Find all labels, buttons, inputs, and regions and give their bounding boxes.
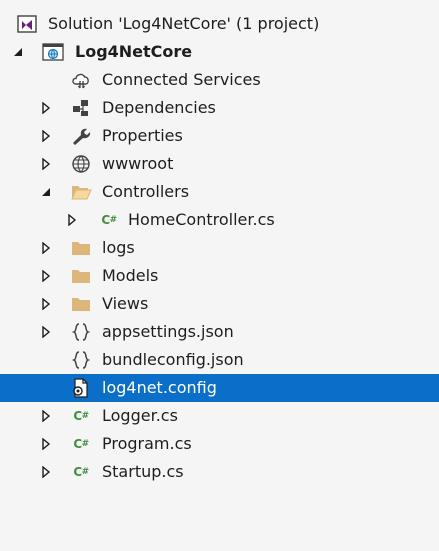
- tree-item-label: wwwroot: [102, 154, 174, 173]
- collapsed-arrow-icon[interactable]: [38, 290, 54, 318]
- folder-icon: [70, 266, 92, 286]
- tree-item-label: Properties: [102, 126, 183, 145]
- csharp-file-icon: C #: [101, 213, 117, 227]
- csharp-file-icon: C #: [73, 409, 89, 423]
- tree-item-label: Logger.cs: [102, 406, 178, 425]
- csharp-file-icon: C #: [73, 437, 89, 451]
- tree-item-label: Startup.cs: [102, 462, 184, 481]
- folder-icon: [70, 294, 92, 314]
- folder-open-icon: [70, 182, 92, 202]
- tree-item-label: Connected Services: [102, 70, 261, 89]
- tree-item-label: appsettings.json: [102, 322, 234, 341]
- collapsed-arrow-icon[interactable]: [38, 122, 54, 150]
- cloud-services-icon: [70, 70, 92, 90]
- tree-item-homecontroller[interactable]: C # HomeController.cs: [0, 206, 439, 234]
- tree-item-label: HomeController.cs: [128, 210, 275, 229]
- collapsed-arrow-icon[interactable]: [38, 402, 54, 430]
- tree-item-models[interactable]: Models: [0, 262, 439, 290]
- tree-item-startup[interactable]: C # Startup.cs: [0, 458, 439, 486]
- expanded-arrow-icon[interactable]: [38, 178, 54, 206]
- collapsed-arrow-icon[interactable]: [38, 234, 54, 262]
- collapsed-arrow-icon[interactable]: [38, 430, 54, 458]
- web-project-icon: [42, 42, 64, 62]
- tree-item-label: Dependencies: [102, 98, 216, 117]
- wrench-icon: [70, 126, 92, 146]
- json-file-icon: [70, 322, 92, 342]
- tree-item-connected-services[interactable]: Connected Services: [0, 66, 439, 94]
- tree-item-views[interactable]: Views: [0, 290, 439, 318]
- visual-studio-solution-icon: [16, 14, 38, 34]
- tree-item-controllers[interactable]: Controllers: [0, 178, 439, 206]
- tree-item-wwwroot[interactable]: wwwroot: [0, 150, 439, 178]
- collapsed-arrow-icon[interactable]: [64, 206, 80, 234]
- collapsed-arrow-icon[interactable]: [38, 458, 54, 486]
- tree-item-solution[interactable]: Solution 'Log4NetCore' (1 project): [0, 10, 439, 38]
- tree-item-label: logs: [102, 238, 135, 257]
- tree-item-appsettings[interactable]: appsettings.json: [0, 318, 439, 346]
- tree-item-label: Program.cs: [102, 434, 192, 453]
- globe-icon: [70, 154, 92, 174]
- collapsed-arrow-icon[interactable]: [38, 150, 54, 178]
- json-file-icon: [70, 350, 92, 370]
- folder-icon: [70, 238, 92, 258]
- csharp-file-icon: C #: [73, 465, 89, 479]
- tree-item-logger[interactable]: C # Logger.cs: [0, 402, 439, 430]
- config-file-icon: [70, 378, 92, 398]
- solution-explorer-tree: Solution 'Log4NetCore' (1 project) Log4N…: [0, 10, 439, 486]
- tree-item-log4net-config[interactable]: log4net.config: [0, 374, 439, 402]
- tree-item-label: Models: [102, 266, 159, 285]
- collapsed-arrow-icon[interactable]: [38, 262, 54, 290]
- tree-item-label: log4net.config: [102, 378, 217, 397]
- tree-item-dependencies[interactable]: Dependencies: [0, 94, 439, 122]
- tree-item-label: Views: [102, 294, 149, 313]
- tree-item-properties[interactable]: Properties: [0, 122, 439, 150]
- tree-item-label: Solution 'Log4NetCore' (1 project): [48, 14, 320, 33]
- tree-item-logs[interactable]: logs: [0, 234, 439, 262]
- expanded-arrow-icon[interactable]: [10, 38, 26, 66]
- dependencies-icon: [70, 98, 92, 118]
- collapsed-arrow-icon[interactable]: [38, 94, 54, 122]
- collapsed-arrow-icon[interactable]: [38, 318, 54, 346]
- tree-item-project[interactable]: Log4NetCore: [0, 38, 439, 66]
- tree-item-label: Log4NetCore: [75, 42, 193, 61]
- tree-item-label: bundleconfig.json: [102, 350, 244, 369]
- tree-item-program[interactable]: C # Program.cs: [0, 430, 439, 458]
- tree-item-label: Controllers: [102, 182, 190, 201]
- tree-item-bundleconfig[interactable]: bundleconfig.json: [0, 346, 439, 374]
